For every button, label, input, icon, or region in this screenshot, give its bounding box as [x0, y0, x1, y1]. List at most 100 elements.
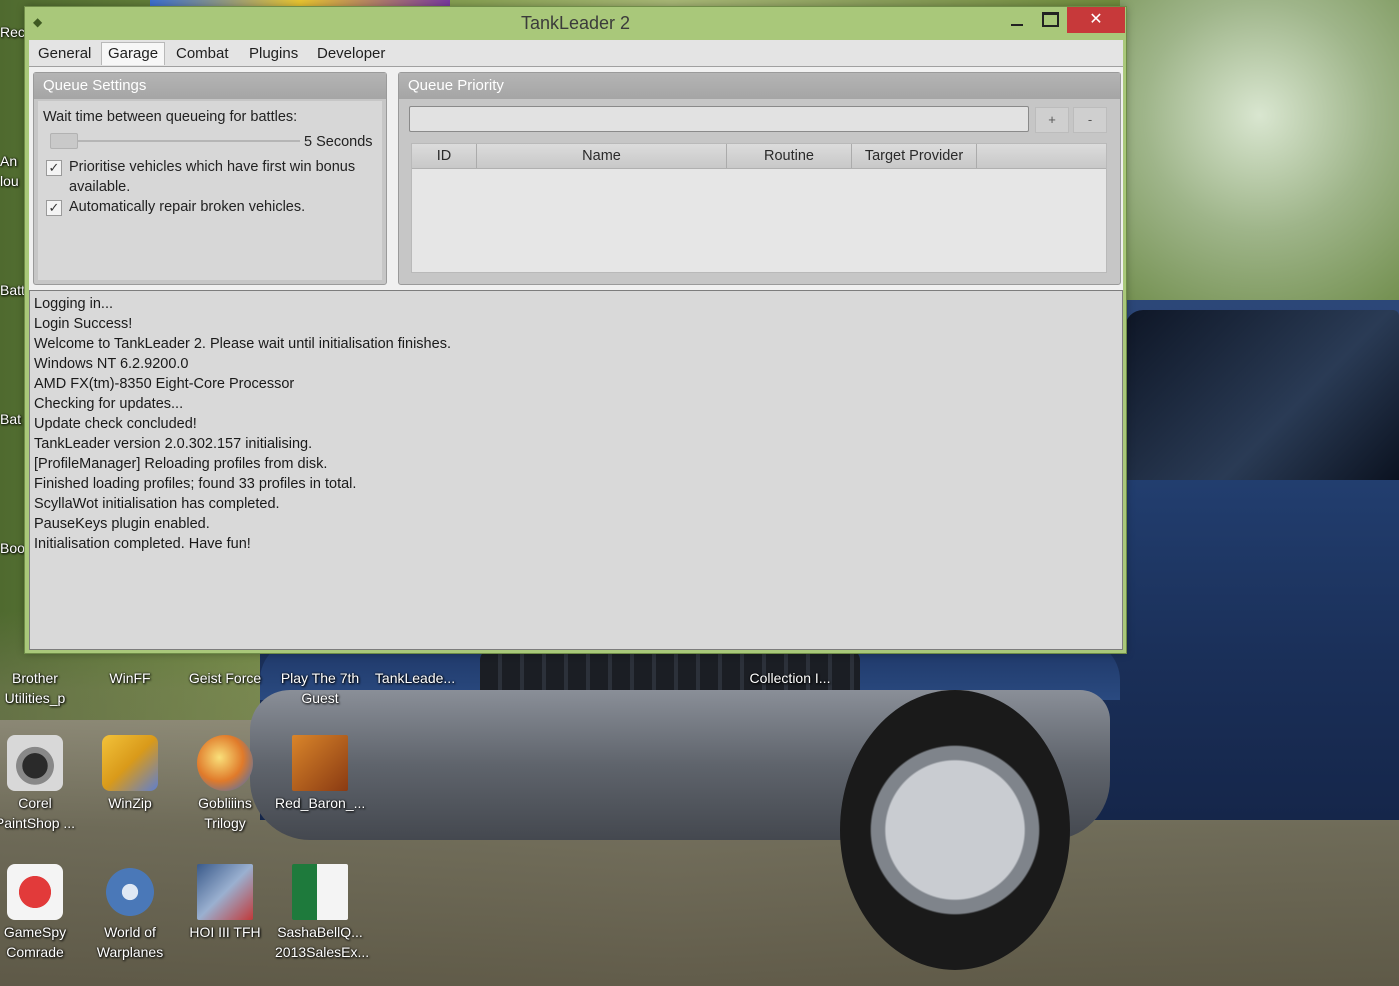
log-line: Logging in...: [34, 296, 114, 312]
log-output[interactable]: Logging in... Login Success! Welcome to …: [29, 290, 1123, 650]
log-line: ScyllaWot initialisation has completed.: [34, 496, 280, 512]
desktop-icon-label: Guest: [301, 690, 339, 706]
winzip-icon: [102, 735, 158, 791]
desktop-icon-tankleader[interactable]: TankLeade...: [370, 668, 460, 688]
desktop-left-partial-icons: Recy An lou Batt Bat Bool: [0, 0, 32, 986]
hoi3-icon: [197, 864, 253, 920]
log-line: PauseKeys plugin enabled.: [34, 516, 210, 532]
column-header-id[interactable]: ID: [412, 144, 477, 168]
desktop-icon-geist-force[interactable]: Geist Force: [180, 668, 270, 688]
desktop-icon-hoi3[interactable]: HOI III TFH: [180, 864, 270, 942]
wallpaper-truck-window: [1125, 310, 1399, 480]
wait-time-slider-track[interactable]: [50, 140, 300, 142]
queue-priority-input[interactable]: [409, 106, 1029, 132]
log-line: Update check concluded!: [34, 416, 197, 432]
window-client-area: General Garage Combat Plugins Developer …: [29, 40, 1123, 650]
column-header-target-provider[interactable]: Target Provider: [852, 144, 977, 168]
log-line: Welcome to TankLeader 2. Please wait unt…: [34, 336, 451, 352]
desktop-icon-collection[interactable]: Collection I...: [745, 668, 835, 688]
first-win-label: Prioritise vehicles which have first win…: [69, 159, 356, 175]
log-line: Checking for updates...: [34, 396, 184, 412]
desktop-icon-label: 2013SalesEx...: [275, 944, 370, 960]
desktop-icon-label: Corel: [18, 795, 52, 811]
tab-garage[interactable]: Garage: [101, 42, 166, 65]
log-line: Windows NT 6.2.9200.0: [34, 356, 189, 372]
desktop-icon-brother[interactable]: Brother Utilities_p: [0, 668, 80, 708]
tab-combat[interactable]: Combat: [170, 43, 235, 65]
desktop-icon-label: Brother: [12, 670, 58, 686]
wallpaper-sky: [1120, 0, 1399, 330]
title-bar[interactable]: ◆ TankLeader 2 ✕: [25, 7, 1126, 40]
desktop-icon-label: Utilities_p: [4, 690, 66, 706]
log-line: [ProfileManager] Reloading profiles from…: [34, 456, 328, 472]
gobliiins-icon: [197, 735, 253, 791]
log-line: TankLeader version 2.0.302.157 initialis…: [34, 436, 313, 452]
camera-icon: [7, 735, 63, 791]
desktop-icon-label: SashaBellQ...: [277, 924, 363, 940]
log-line: AMD FX(tm)-8350 Eight-Core Processor: [34, 376, 295, 392]
tab-developer[interactable]: Developer: [311, 43, 391, 65]
window-title: TankLeader 2: [520, 13, 631, 33]
desktop-icon-winff[interactable]: WinFF: [85, 668, 175, 688]
column-header-name[interactable]: Name: [477, 144, 727, 168]
desktop-icon-red-baron[interactable]: Red_Baron_...: [275, 735, 365, 813]
desktop-icon-label: Comrade: [6, 944, 64, 960]
desktop-icon-excel-file[interactable]: SashaBellQ... 2013SalesEx...: [275, 864, 369, 962]
desktop-icon-winzip[interactable]: WinZip: [85, 735, 175, 813]
tab-bar: General Garage Combat Plugins Developer: [29, 40, 1123, 67]
desktop-icon-label: TankLeade...: [374, 670, 456, 686]
minimize-icon: [1011, 23, 1023, 26]
desktop-icon-label: World of: [104, 924, 156, 940]
desktop-icon-label: GameSpy: [3, 924, 67, 940]
wait-time-label: Wait time between queueing for battles:: [43, 109, 298, 125]
gamespy-icon: [7, 864, 63, 920]
minimize-button[interactable]: [1003, 7, 1031, 33]
column-header-routine[interactable]: Routine: [727, 144, 852, 168]
partial-label[interactable]: Bat: [0, 411, 21, 427]
repair-checkbox[interactable]: ✓: [46, 200, 62, 216]
log-line: Initialisation completed. Have fun!: [34, 536, 251, 552]
desktop-icon-label: Warplanes: [96, 944, 164, 960]
queue-settings-header: Queue Settings: [34, 73, 386, 99]
partial-label[interactable]: An: [0, 153, 17, 169]
queue-settings-panel: Queue Settings Wait time between queuein…: [33, 72, 387, 285]
wait-time-value: 5 Seconds: [304, 134, 373, 150]
tankleader-window: ◆ TankLeader 2 ✕ General Garage Combat P…: [25, 7, 1126, 653]
log-line: Login Success!: [34, 316, 133, 332]
wallpaper-truck-tire: [840, 690, 1070, 970]
desktop-icon-gamespy[interactable]: GameSpy Comrade: [0, 864, 80, 962]
desktop-icon-world-of-warplanes[interactable]: World of Warplanes: [85, 864, 175, 962]
partial-label[interactable]: lou: [0, 173, 19, 189]
repair-label: Automatically repair broken vehicles.: [69, 199, 306, 215]
partial-label[interactable]: Bool: [0, 540, 28, 556]
queue-priority-table[interactable]: ID Name Routine Target Provider: [411, 143, 1107, 273]
table-header: ID Name Routine Target Provider: [412, 144, 1106, 169]
desktop-icon-label: Red_Baron_...: [275, 795, 366, 811]
queue-settings-body: Wait time between queueing for battles: …: [38, 101, 382, 280]
queue-priority-header: Queue Priority: [399, 73, 1120, 99]
desktop-icon-label: WinZip: [108, 795, 152, 811]
add-button[interactable]: +: [1035, 107, 1069, 133]
desktop-icon-corel-paintshop[interactable]: Corel PaintShop ...: [0, 735, 80, 833]
desktop-icon-label: Trilogy: [204, 815, 246, 831]
excel-icon: [292, 864, 348, 920]
desktop-icon-label: Collection I...: [749, 670, 831, 686]
desktop-icon-label: HOI III TFH: [189, 924, 261, 940]
remove-button[interactable]: -: [1073, 107, 1107, 133]
close-icon: ✕: [1089, 11, 1103, 28]
tab-plugins[interactable]: Plugins: [243, 43, 304, 65]
desktop-icon-7th-guest[interactable]: Play The 7th Guest: [275, 668, 365, 708]
desktop-icon-label: Gobliiins: [198, 795, 252, 811]
log-line: Finished loading profiles; found 33 prof…: [34, 476, 357, 492]
wait-time-slider-thumb[interactable]: [50, 133, 78, 149]
first-win-checkbox[interactable]: ✓: [46, 160, 62, 176]
maximize-icon: [1041, 12, 1059, 28]
desktop-icon-gobliiins[interactable]: Gobliiins Trilogy: [180, 735, 270, 833]
close-button[interactable]: ✕: [1067, 7, 1125, 33]
partial-label[interactable]: Batt: [0, 282, 25, 298]
tab-general[interactable]: General: [32, 43, 97, 65]
desktop-icon-label: PaintShop ...: [0, 815, 76, 831]
desktop-icon-label: Geist Force: [188, 670, 262, 686]
queue-priority-panel: Queue Priority + - ID Name Routine Targe…: [398, 72, 1121, 285]
maximize-button[interactable]: [1035, 7, 1065, 33]
